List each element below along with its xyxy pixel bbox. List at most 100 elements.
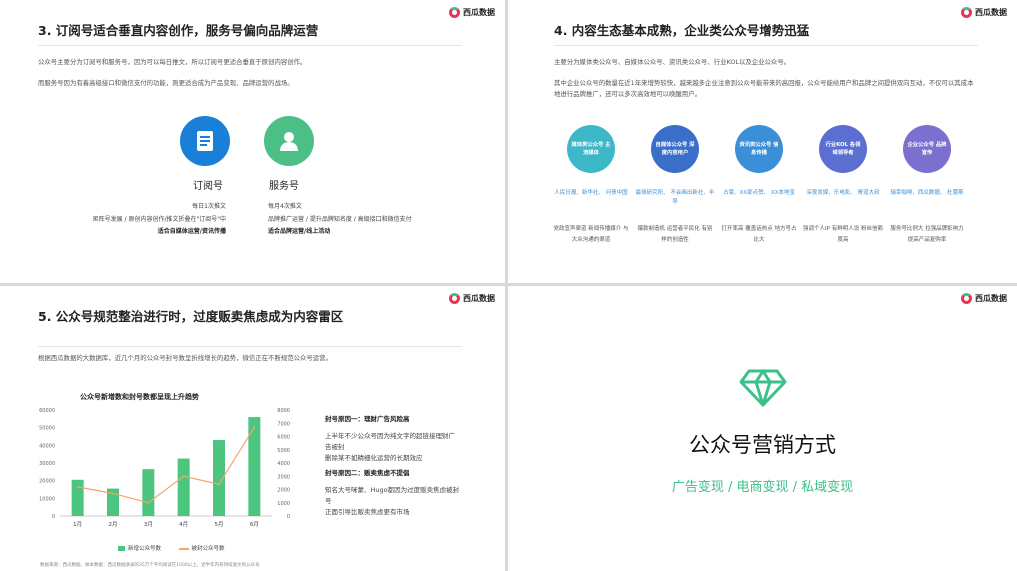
feature-line: 每月4次推文 <box>268 203 302 210</box>
line-point <box>182 475 185 478</box>
brand-logo: 西瓜数据 <box>961 7 1007 18</box>
bar <box>177 458 190 516</box>
reason-title: 封号原因一：理财广告风险高 <box>325 415 410 423</box>
divider <box>38 45 462 46</box>
section-title: 公众号营销方式 <box>689 433 836 457</box>
reason-detail: 知名大号咪蒙、Hugo都因为过度贩卖焦虑被封号 <box>325 486 460 505</box>
brand-logo: 西瓜数据 <box>449 7 495 18</box>
y-tick-label-right: 7000 <box>277 421 290 427</box>
brand-name: 西瓜数据 <box>975 8 1007 17</box>
y-tick-label-right: 5000 <box>277 448 290 454</box>
subscription-label: 订阅号 <box>193 181 223 192</box>
slide-regulation: 西瓜数据 5. 公众号规范整治进行时，过度贩卖焦虑成为内容雷区 根据西瓜数据的大… <box>0 286 505 571</box>
bar <box>142 469 155 516</box>
intro-paragraph-2: 其中企业公众号的数量在近1年来增势较快，越来越多企业注意到公众号能带来的高回报，… <box>554 79 974 98</box>
slide-content-ecosystem: 西瓜数据 4. 内容生态基本成熟，企业类公众号增势迅猛 主要分为媒体类公众号、自… <box>508 0 1017 283</box>
reason-title: 封号原因二：贩卖焦虑不提倡 <box>325 469 410 477</box>
y-tick-label-left: 20000 <box>39 479 55 485</box>
divider <box>38 346 462 347</box>
service-features: 每月4次推文 品牌推广运营 / 提升品牌知名度 / 高级接口和微信支付 适合品牌… <box>268 201 468 239</box>
bar <box>248 417 261 516</box>
ban-reasons: 封号原因一：理财广告风险高 上半年不少公众号因为纯文字的超链接理财广告被封 删除… <box>325 414 460 518</box>
watermelon-logo-icon <box>449 7 460 18</box>
y-tick-label-left: 0 <box>52 514 55 520</box>
y-tick-label-left: 50000 <box>39 426 55 432</box>
watermelon-logo-icon <box>961 293 972 304</box>
service-label: 服务号 <box>269 181 299 192</box>
y-tick-label-right: 8000 <box>277 408 290 414</box>
reason-detail: 上半年不少公众号因为纯文字的超链接理财广告被封 <box>325 432 455 451</box>
x-tick-label: 3月 <box>144 521 153 528</box>
line-point <box>112 492 114 495</box>
y-tick-label-right: 4000 <box>277 461 290 467</box>
intro-paragraph: 主要分为媒体类公众号、自媒体公众号、资讯类公众号、行业KOL以及企业公众号。 <box>554 58 791 66</box>
x-tick-label: 1月 <box>73 521 82 528</box>
bar <box>71 479 84 516</box>
category-examples: 深夜发媒、乐电影、 胃道大叔 <box>806 190 880 196</box>
document-icon <box>180 116 230 166</box>
reason-detail: 删除某不如精细化运营的长期效应 <box>325 454 423 462</box>
y-tick-label-right: 2000 <box>277 488 290 494</box>
y-tick-label-left: 30000 <box>39 461 55 467</box>
intro-paragraph: 根据西瓜数据的大数据库，近几个月的公众号封号数呈折线增长的趋势，微信正在不断规范… <box>38 354 332 362</box>
data-source-note: 数据来源：西瓜数据，样本数据：西瓜数据收录的35万个平均阅读在1000以上，近半… <box>40 563 260 568</box>
y-tick-label-right: 3000 <box>277 474 290 480</box>
line-point <box>218 483 220 486</box>
brand-logo: 西瓜数据 <box>961 293 1007 304</box>
intro-paragraph-2: 而服务号因为有着高级接口和微信支付的功能，则更适合成为产品变现、品牌运营的战场。 <box>38 79 294 87</box>
legend-label: 新增公众号数 <box>128 546 162 552</box>
legend-label: 被封公众号数 <box>191 546 225 552</box>
category-examples: 占豪、XX部点赞、 XX本地宝 <box>723 190 795 196</box>
brand-name: 西瓜数据 <box>975 294 1007 303</box>
chart-title: 公众号新增数和封号数都呈现上升趋势 <box>80 393 199 401</box>
diamond-icon <box>739 368 787 412</box>
category-traits: 党政宣声渠道 新闻传播媒介 与大众沟通的渠道 <box>553 226 629 243</box>
trend-chart: 6000050000400003000020000100000800070006… <box>39 408 290 528</box>
y-tick-label-right: 6000 <box>277 435 290 441</box>
watermelon-logo-icon <box>961 7 972 18</box>
slide-title: 3. 订阅号适合垂直内容创作，服务号偏向品牌运营 <box>38 23 319 38</box>
legend-swatch-line <box>178 547 189 550</box>
x-tick-label: 4月 <box>179 521 188 528</box>
y-tick-label-left: 60000 <box>39 408 55 414</box>
y-tick-label-left: 10000 <box>39 496 55 502</box>
category-circle: 自媒体公众号 深度内容用户 <box>651 125 699 173</box>
line-point <box>76 485 79 488</box>
subscription-features: 每日1次推文 矩阵号发展 / 原创内容创作/推文折叠在"订阅号"中 适合自媒体运… <box>26 201 226 239</box>
line-series <box>77 426 255 504</box>
feature-line: 适合品牌运营/线上活动 <box>268 228 331 235</box>
chart-legend: 新增公众号数 被封公众号数 <box>118 544 225 552</box>
category-circle: 行业KOL 各领域领导者 <box>819 125 867 173</box>
legend-swatch-bar <box>118 546 125 551</box>
category-examples: 最球研究所、 不会画出新社、半导 <box>635 190 715 205</box>
brand-logo: 西瓜数据 <box>449 293 495 304</box>
line-point <box>147 501 150 504</box>
brand-name: 西瓜数据 <box>463 8 495 17</box>
category-traits: 强调个人IP 有鲜明人设 粉丝信赖度高 <box>803 226 883 243</box>
line-point <box>253 426 256 429</box>
feature-line: 品牌推广运营 / 提升品牌知名度 / 高级接口和微信支付 <box>268 215 412 223</box>
y-tick-label-right: 0 <box>287 514 290 520</box>
y-tick-label-right: 1000 <box>277 501 290 507</box>
reason-detail: 正面引导比贩卖焦虑更有市场 <box>325 508 410 516</box>
watermelon-logo-icon <box>449 293 460 304</box>
person-icon <box>264 116 314 166</box>
brand-name: 西瓜数据 <box>463 294 495 303</box>
category-circle: 媒体类公众号 主流媒体 <box>567 125 615 173</box>
slide-marketing-methods: 西瓜数据 公众号营销方式 广告变现 / 电商变现 / 私域变现 <box>508 286 1017 571</box>
category-traits: 打开率高 覆盖话热点 地方号占比大 <box>721 226 797 243</box>
category-traits: 爆款制造机 运营者平民化 有别样的创造性 <box>637 226 713 243</box>
feature-line: 适合自媒体运营/资讯传播 <box>157 228 226 235</box>
category-examples: 瑞幸咖啡、西瓜数据、 杜蕾斯 <box>890 190 964 196</box>
slide-subscription-vs-service: 西瓜数据 3. 订阅号适合垂直内容创作，服务号偏向品牌运营 公众号主要分为订阅号… <box>0 0 505 283</box>
section-subtitle: 广告变现 / 电商变现 / 私域变现 <box>671 480 854 495</box>
category-traits: 服务号比例大 拉强品牌影响力 提高产品复购率 <box>890 226 964 243</box>
category-examples: 人民日报、新华社、 问债中国 <box>554 190 628 196</box>
category-circle: 企业公众号 品牌宣传 <box>903 125 951 173</box>
y-tick-label-left: 40000 <box>39 443 55 449</box>
intro-paragraph: 公众号主要分为订阅号和服务号，因为可以每日推文，所以订阅号更适合垂直于原创内容创… <box>38 58 307 66</box>
divider <box>554 45 978 46</box>
slide-title: 5. 公众号规范整治进行时，过度贩卖焦虑成为内容雷区 <box>38 309 344 324</box>
slide-title: 4. 内容生态基本成熟，企业类公众号增势迅猛 <box>554 23 810 38</box>
feature-line: 每日1次推文 <box>192 203 226 210</box>
